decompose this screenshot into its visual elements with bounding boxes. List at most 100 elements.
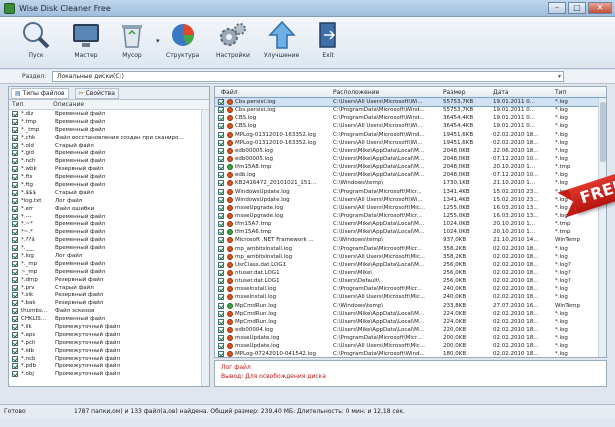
row-checkbox[interactable] <box>218 294 224 301</box>
row-checkbox[interactable] <box>218 335 224 342</box>
row-checkbox[interactable] <box>218 147 224 154</box>
file-type-checkbox[interactable] <box>12 213 18 220</box>
result-row[interactable]: MPLog-01312010-163352.log C:\ProgramData\… <box>215 131 606 139</box>
row-checkbox[interactable] <box>218 156 224 163</box>
row-checkbox[interactable] <box>218 188 224 195</box>
result-row[interactable]: Cbs.persist.log C:\ProgramData\Microsoft\… <box>215 106 606 114</box>
drive-select[interactable]: Локальные диски(C:) ▾ <box>52 71 564 82</box>
file-type-row[interactable]: *.chk Файл восстановления создан при скан… <box>9 134 209 142</box>
result-row[interactable]: msseInstall.log C:\ProgramData\Microsoft\… <box>215 285 606 293</box>
column-description[interactable]: Описание <box>53 101 84 108</box>
file-type-row[interactable]: *.ilk Промежуточный файл <box>9 323 209 331</box>
row-checkbox[interactable] <box>218 351 224 357</box>
improve-button[interactable]: Улучшение <box>264 20 299 59</box>
file-type-row[interactable]: *.idb Промежуточный файл <box>9 347 209 355</box>
row-checkbox[interactable] <box>218 343 224 350</box>
row-checkbox[interactable] <box>218 172 224 179</box>
row-checkbox[interactable] <box>218 327 224 333</box>
row-checkbox[interactable] <box>218 164 224 171</box>
file-type-row[interactable]: *.ncb Промежуточный файл <box>9 355 209 363</box>
row-checkbox[interactable] <box>218 278 224 285</box>
file-type-row[interactable]: *.aps Промежуточный файл <box>9 331 209 339</box>
file-type-row[interactable]: *._tmp Временный файл <box>9 126 209 134</box>
file-type-checkbox[interactable] <box>12 292 18 299</box>
result-row[interactable]: edb00004.log C:\Users\Mike\AppData\Local\… <box>215 326 606 334</box>
results-scrollbar[interactable] <box>598 98 606 357</box>
file-type-checkbox[interactable] <box>12 363 18 370</box>
result-row[interactable]: KB2416472_20101021_151... C:\Windows\temp… <box>215 179 606 187</box>
tab-properties[interactable]: ✂ Свойства <box>74 87 119 99</box>
row-checkbox[interactable] <box>218 99 224 106</box>
file-type-row[interactable]: *.nch Временный файл <box>9 157 209 165</box>
file-type-checkbox[interactable] <box>12 142 18 149</box>
file-type-checkbox[interactable] <box>12 347 18 354</box>
row-checkbox[interactable] <box>218 245 224 252</box>
file-type-checkbox[interactable] <box>12 371 18 378</box>
file-type-row[interactable]: *.tmp Временный файл <box>9 118 209 126</box>
file-type-checkbox[interactable] <box>12 150 18 157</box>
result-row[interactable]: msseUpdate.log C:\Users\All Users\Microso… <box>215 342 606 350</box>
column-path[interactable]: Расположение <box>331 89 441 96</box>
result-row[interactable]: UsrClass.dat.LOG1 C:\Users\Mike\AppData\L… <box>215 261 606 269</box>
row-checkbox[interactable] <box>218 115 224 122</box>
file-type-checkbox[interactable] <box>12 355 18 362</box>
close-button[interactable]: ✕ <box>588 2 612 14</box>
file-type-row[interactable]: *.$$$ Старый файл <box>9 189 209 197</box>
result-row[interactable]: ntuser.dat.LOG1 C:\Users\Mike\ 256,0KB 02.0… <box>215 269 606 277</box>
file-type-checkbox[interactable] <box>12 181 18 188</box>
exit-button[interactable]: Exit <box>312 20 344 59</box>
file-type-row[interactable]: *.obj Промежуточный файл <box>9 370 209 378</box>
row-checkbox[interactable] <box>218 318 224 325</box>
result-row[interactable]: edb00005.log C:\Users\Mike\AppData\Local\… <box>215 147 606 155</box>
file-type-row[interactable]: *.wbk Резервный файл <box>9 165 209 173</box>
result-row[interactable]: MPLog-01312010-163352.log C:\Users\All Us… <box>215 139 606 147</box>
file-type-row[interactable]: *.fts Временный файл <box>9 173 209 181</box>
result-row[interactable]: mp_ambitsInstall.log C:\Users\All Users\M… <box>215 253 606 261</box>
file-type-row[interactable]: *._mp Временный файл <box>9 260 209 268</box>
file-type-row[interactable]: *.gid Временный файл <box>9 149 209 157</box>
row-checkbox[interactable] <box>218 204 224 211</box>
file-type-row[interactable]: *.pdb Промежуточный файл <box>9 363 209 371</box>
file-type-checkbox[interactable] <box>12 300 18 307</box>
file-type-checkbox[interactable] <box>12 260 18 267</box>
file-type-checkbox[interactable] <box>12 308 18 315</box>
file-type-checkbox[interactable] <box>12 339 18 346</box>
row-checkbox[interactable] <box>218 139 224 146</box>
file-type-checkbox[interactable] <box>12 245 18 252</box>
file-type-row[interactable]: *.??$ Временный файл <box>9 236 209 244</box>
file-type-row[interactable]: *.err Файл ошибки <box>9 205 209 213</box>
file-type-checkbox[interactable] <box>12 126 18 133</box>
result-row[interactable]: msseUpgrade.log C:\ProgramData\Microsoft\… <box>215 212 606 220</box>
result-row[interactable]: CBS.log C:\Users\All Users\Microsoft\Wi..… <box>215 122 606 130</box>
structure-button[interactable]: Структура <box>166 20 199 59</box>
column-type[interactable]: Тип <box>553 89 599 96</box>
file-type-checkbox[interactable] <box>12 189 18 196</box>
row-checkbox[interactable] <box>218 310 224 317</box>
file-type-row[interactable]: *.log Лог файл <box>9 252 209 260</box>
master-button[interactable]: Мастер <box>70 20 102 59</box>
file-type-checkbox[interactable] <box>12 268 18 275</box>
result-row[interactable]: Cbs.persist.log C:\Users\All Users\Micros… <box>215 96 606 108</box>
minimize-button[interactable]: – <box>548 2 566 14</box>
result-row[interactable]: msseUpgrade.log C:\Users\All Users\Micros… <box>215 204 606 212</box>
result-row[interactable]: MpCmdRun.log C:\Users\Mike\AppData\Local\… <box>215 318 606 326</box>
file-type-checkbox[interactable] <box>12 197 18 204</box>
scroll-thumb[interactable] <box>600 102 606 162</box>
result-row[interactable]: edb00005.log C:\Users\Mike\AppData\Local\… <box>215 155 606 163</box>
file-type-row[interactable]: *.pch Промежуточный файл <box>9 339 209 347</box>
row-checkbox[interactable] <box>218 123 224 130</box>
result-row[interactable]: WindowsUpdate.log C:\Users\All Users\Micr… <box>215 196 606 204</box>
file-type-row[interactable]: thumbs... Файл эскизов <box>9 307 209 315</box>
result-row[interactable]: edb.log C:\Users\Mike\AppData\Local\M... 2… <box>215 171 606 179</box>
file-type-checkbox[interactable] <box>12 221 18 228</box>
file-type-checkbox[interactable] <box>12 331 18 338</box>
file-type-row[interactable]: *.___ Временный файл <box>9 244 209 252</box>
result-row[interactable]: CBS.log C:\ProgramData\Microsoft\Wind... 3… <box>215 114 606 122</box>
file-type-checkbox[interactable] <box>12 205 18 212</box>
file-type-row[interactable]: *.diz Временный файл <box>9 110 209 118</box>
row-checkbox[interactable] <box>218 131 224 138</box>
result-row[interactable]: tfm15A7.tmp C:\Users\Mike\AppData\Local\M… <box>215 220 606 228</box>
row-checkbox[interactable] <box>218 229 224 236</box>
row-checkbox[interactable] <box>218 107 224 114</box>
start-button[interactable]: Пуск <box>20 20 52 59</box>
